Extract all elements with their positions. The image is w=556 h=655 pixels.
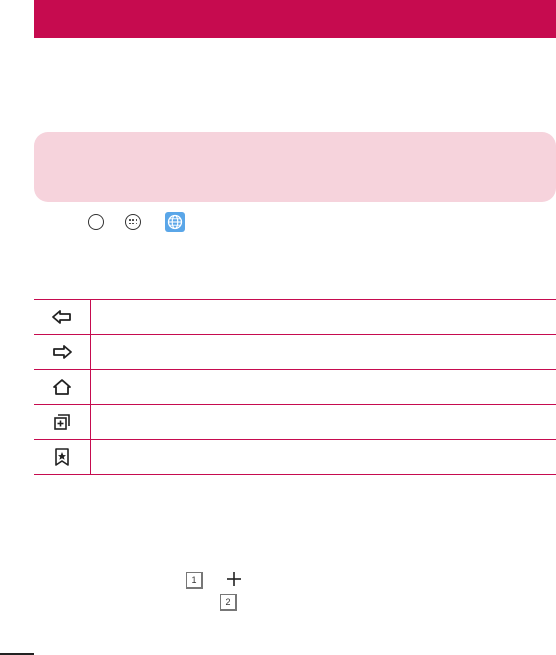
home-icon xyxy=(34,370,91,404)
home-circle-icon[interactable] xyxy=(88,214,104,230)
table-row xyxy=(34,404,556,439)
row-description xyxy=(91,300,556,334)
back-arrow-icon xyxy=(34,300,91,334)
windows-icon xyxy=(34,405,91,439)
icon-row xyxy=(0,208,556,238)
table-row xyxy=(34,334,556,369)
row-description xyxy=(91,335,556,369)
browser-globe-icon[interactable] xyxy=(165,212,185,232)
bookmark-star-icon xyxy=(34,440,91,474)
header-bar xyxy=(34,0,556,38)
note-box xyxy=(34,132,556,202)
plus-icon[interactable] xyxy=(226,571,242,587)
table-row xyxy=(34,369,556,404)
forward-arrow-icon xyxy=(34,335,91,369)
row-description xyxy=(91,440,556,474)
row-description xyxy=(91,405,556,439)
row-description xyxy=(91,370,556,404)
table-row xyxy=(34,299,556,334)
toolbar-table xyxy=(34,299,556,475)
tab-icons: 1 2 xyxy=(0,570,556,616)
table-row xyxy=(34,439,556,475)
tab-two-icon[interactable]: 2 xyxy=(220,594,237,611)
tab-one-icon[interactable]: 1 xyxy=(186,572,203,589)
apps-icon[interactable] xyxy=(125,214,141,230)
